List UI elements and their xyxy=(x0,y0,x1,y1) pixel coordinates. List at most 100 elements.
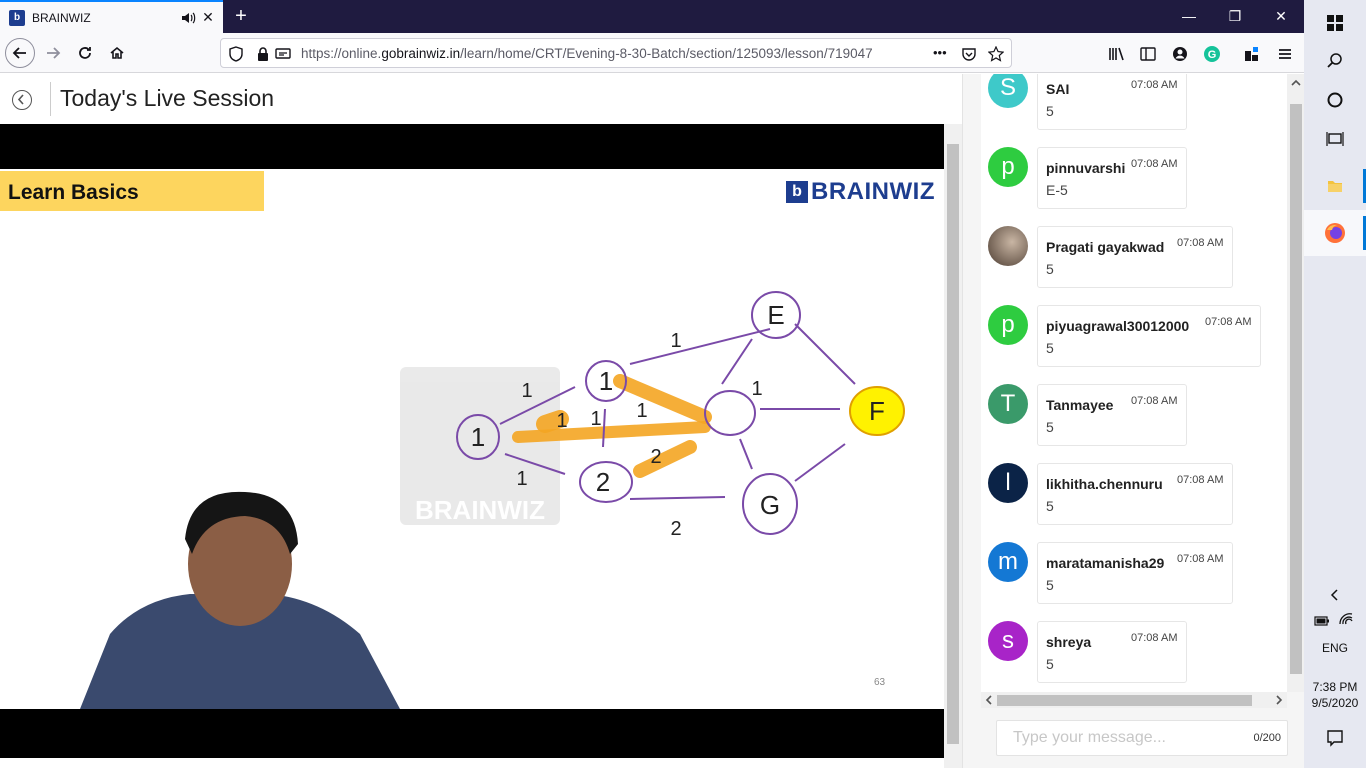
home-button[interactable] xyxy=(102,38,132,68)
page-scrollbar-thumb[interactable] xyxy=(947,144,959,744)
sender-name: Pragati gayakwad xyxy=(1046,239,1165,255)
shield-icon[interactable] xyxy=(228,46,244,62)
chat-message: l likhitha.chennuru 07:08 AM 5 xyxy=(981,463,1281,527)
sender-name: shreya xyxy=(1046,634,1092,650)
url-path: /learn/home/CRT/Evening-8-30-Batch/secti… xyxy=(460,46,873,61)
message-bubble: SAI 07:08 AM 5 xyxy=(1037,74,1187,130)
scroll-left-icon[interactable] xyxy=(984,695,994,705)
navigation-bar: https://online.gobrainwiz.in/learn/home/… xyxy=(0,33,1304,73)
scroll-up-icon[interactable] xyxy=(1291,78,1301,88)
avatar: S xyxy=(988,74,1028,108)
message-text: 5 xyxy=(1046,419,1054,435)
tab-brainwiz[interactable]: b BRAINWIZ ✕ xyxy=(0,0,223,33)
firefox-icon xyxy=(1325,223,1345,243)
arrow-left-icon xyxy=(12,47,26,59)
page-title: Today's Live Session xyxy=(60,85,275,111)
message-time: 07:08 AM xyxy=(1177,237,1224,249)
wifi-icon[interactable] xyxy=(1338,612,1354,626)
avatar: T xyxy=(988,384,1028,424)
account-icon[interactable] xyxy=(1171,45,1189,63)
brainwiz-favicon-icon: b xyxy=(9,10,25,26)
bookmark-star-icon[interactable] xyxy=(988,46,1004,62)
reload-icon xyxy=(79,47,91,59)
url-text[interactable]: https://online.gobrainwiz.in/learn/home/… xyxy=(301,46,873,61)
sender-name: likhitha.chennuru xyxy=(1046,476,1163,492)
home-icon xyxy=(110,46,124,59)
edge-label: 1 xyxy=(556,410,567,432)
chat-scrollbar-thumb[interactable] xyxy=(1290,104,1302,674)
restore-icon[interactable]: ❐ xyxy=(1212,0,1258,33)
edge-label: 1 xyxy=(636,400,647,422)
message-bubble: shreya 07:08 AM 5 xyxy=(1037,621,1187,683)
task-view-icon xyxy=(1326,132,1344,146)
grammarly-icon[interactable]: G xyxy=(1203,45,1221,63)
library-icon[interactable] xyxy=(1107,45,1125,63)
message-text: 5 xyxy=(1046,103,1054,119)
message-text: 5 xyxy=(1046,577,1054,593)
reload-button[interactable] xyxy=(70,38,100,68)
character-count: 0/200 xyxy=(1253,732,1281,744)
url-prefix: https://online. xyxy=(301,46,382,61)
sender-name: pinnuvarshi xyxy=(1046,160,1126,176)
edge-label: 1 xyxy=(751,378,762,400)
menu-icon[interactable] xyxy=(1276,45,1294,63)
firefox-button[interactable] xyxy=(1304,210,1366,256)
file-explorer-button[interactable] xyxy=(1304,163,1366,209)
task-view-button[interactable] xyxy=(1304,116,1366,162)
clock-time[interactable]: 7:38 PM xyxy=(1304,680,1366,694)
cortana-circle-icon xyxy=(1327,92,1343,108)
message-time: 07:08 AM xyxy=(1205,316,1252,328)
message-time: 07:08 AM xyxy=(1131,395,1178,407)
chat-horizontal-scrollbar[interactable] xyxy=(981,692,1287,708)
chat-message-input[interactable] xyxy=(997,721,1247,755)
folder-icon xyxy=(1328,181,1342,192)
message-time: 07:08 AM xyxy=(1131,79,1178,91)
pocket-icon[interactable] xyxy=(961,46,977,62)
live-video-player[interactable]: Learn Basics b BRAINWIZ BRAINWIZ 1 1 2 E… xyxy=(0,124,944,758)
back-button[interactable] xyxy=(5,38,35,68)
minimize-icon[interactable]: — xyxy=(1166,0,1212,33)
scroll-right-icon[interactable] xyxy=(1274,695,1284,705)
show-hidden-icons-button[interactable] xyxy=(1304,574,1366,616)
message-time: 07:08 AM xyxy=(1131,632,1178,644)
avatar: s xyxy=(988,621,1028,661)
slide-page-number: 63 xyxy=(874,677,886,688)
chat-scrollbar[interactable] xyxy=(1287,74,1305,692)
message-bubble: Pragati gayakwad 07:08 AM 5 xyxy=(1037,226,1233,288)
lock-icon[interactable] xyxy=(255,46,271,62)
chat-panel: S SAI 07:08 AM 5 p pinnuvarshi 07:08 AM … xyxy=(962,74,1305,768)
chat-horizontal-thumb[interactable] xyxy=(997,695,1252,706)
forward-button[interactable] xyxy=(38,38,68,68)
chat-messages: S SAI 07:08 AM 5 p pinnuvarshi 07:08 AM … xyxy=(981,74,1287,692)
language-indicator[interactable]: ENG xyxy=(1304,641,1366,655)
sender-name: maratamanisha29 xyxy=(1046,555,1165,571)
chat-message: s shreya 07:08 AM 5 xyxy=(981,621,1281,685)
avatar: p xyxy=(988,147,1028,187)
chat-message: S SAI 07:08 AM 5 xyxy=(981,74,1281,132)
battery-icon[interactable] xyxy=(1314,614,1330,626)
sidebar-icon[interactable] xyxy=(1139,45,1157,63)
extensions-icon[interactable] xyxy=(1243,45,1261,63)
edge-label: 2 xyxy=(670,518,681,540)
speaker-icon[interactable] xyxy=(180,10,196,26)
clock-date[interactable]: 9/5/2020 xyxy=(1304,696,1366,710)
edge-label: 1 xyxy=(521,380,532,402)
message-text: 5 xyxy=(1046,261,1054,277)
close-window-icon[interactable]: ✕ xyxy=(1258,0,1304,33)
chat-message: p pinnuvarshi 07:08 AM E-5 xyxy=(981,147,1281,211)
chat-message: m maratamanisha29 07:08 AM 5 xyxy=(981,542,1281,606)
page-scrollbar[interactable] xyxy=(944,124,962,768)
node-label: E xyxy=(767,300,784,330)
svg-text:G: G xyxy=(1208,49,1217,61)
permissions-icon[interactable] xyxy=(275,46,291,62)
tab-bar: b BRAINWIZ ✕ + — ❐ ✕ xyxy=(0,0,1304,33)
chat-message: T Tanmayee 07:08 AM 5 xyxy=(981,384,1281,448)
chat-input-box: 0/200 xyxy=(996,720,1288,756)
back-circle-button[interactable] xyxy=(12,90,32,110)
new-tab-icon[interactable]: + xyxy=(230,5,252,27)
address-bar[interactable]: https://online.gobrainwiz.in/learn/home/… xyxy=(220,38,1012,68)
close-tab-icon[interactable]: ✕ xyxy=(200,9,216,25)
action-center-button[interactable] xyxy=(1304,716,1366,760)
page-header: Today's Live Session xyxy=(0,74,962,124)
page-actions-icon[interactable]: ••• xyxy=(933,45,947,60)
